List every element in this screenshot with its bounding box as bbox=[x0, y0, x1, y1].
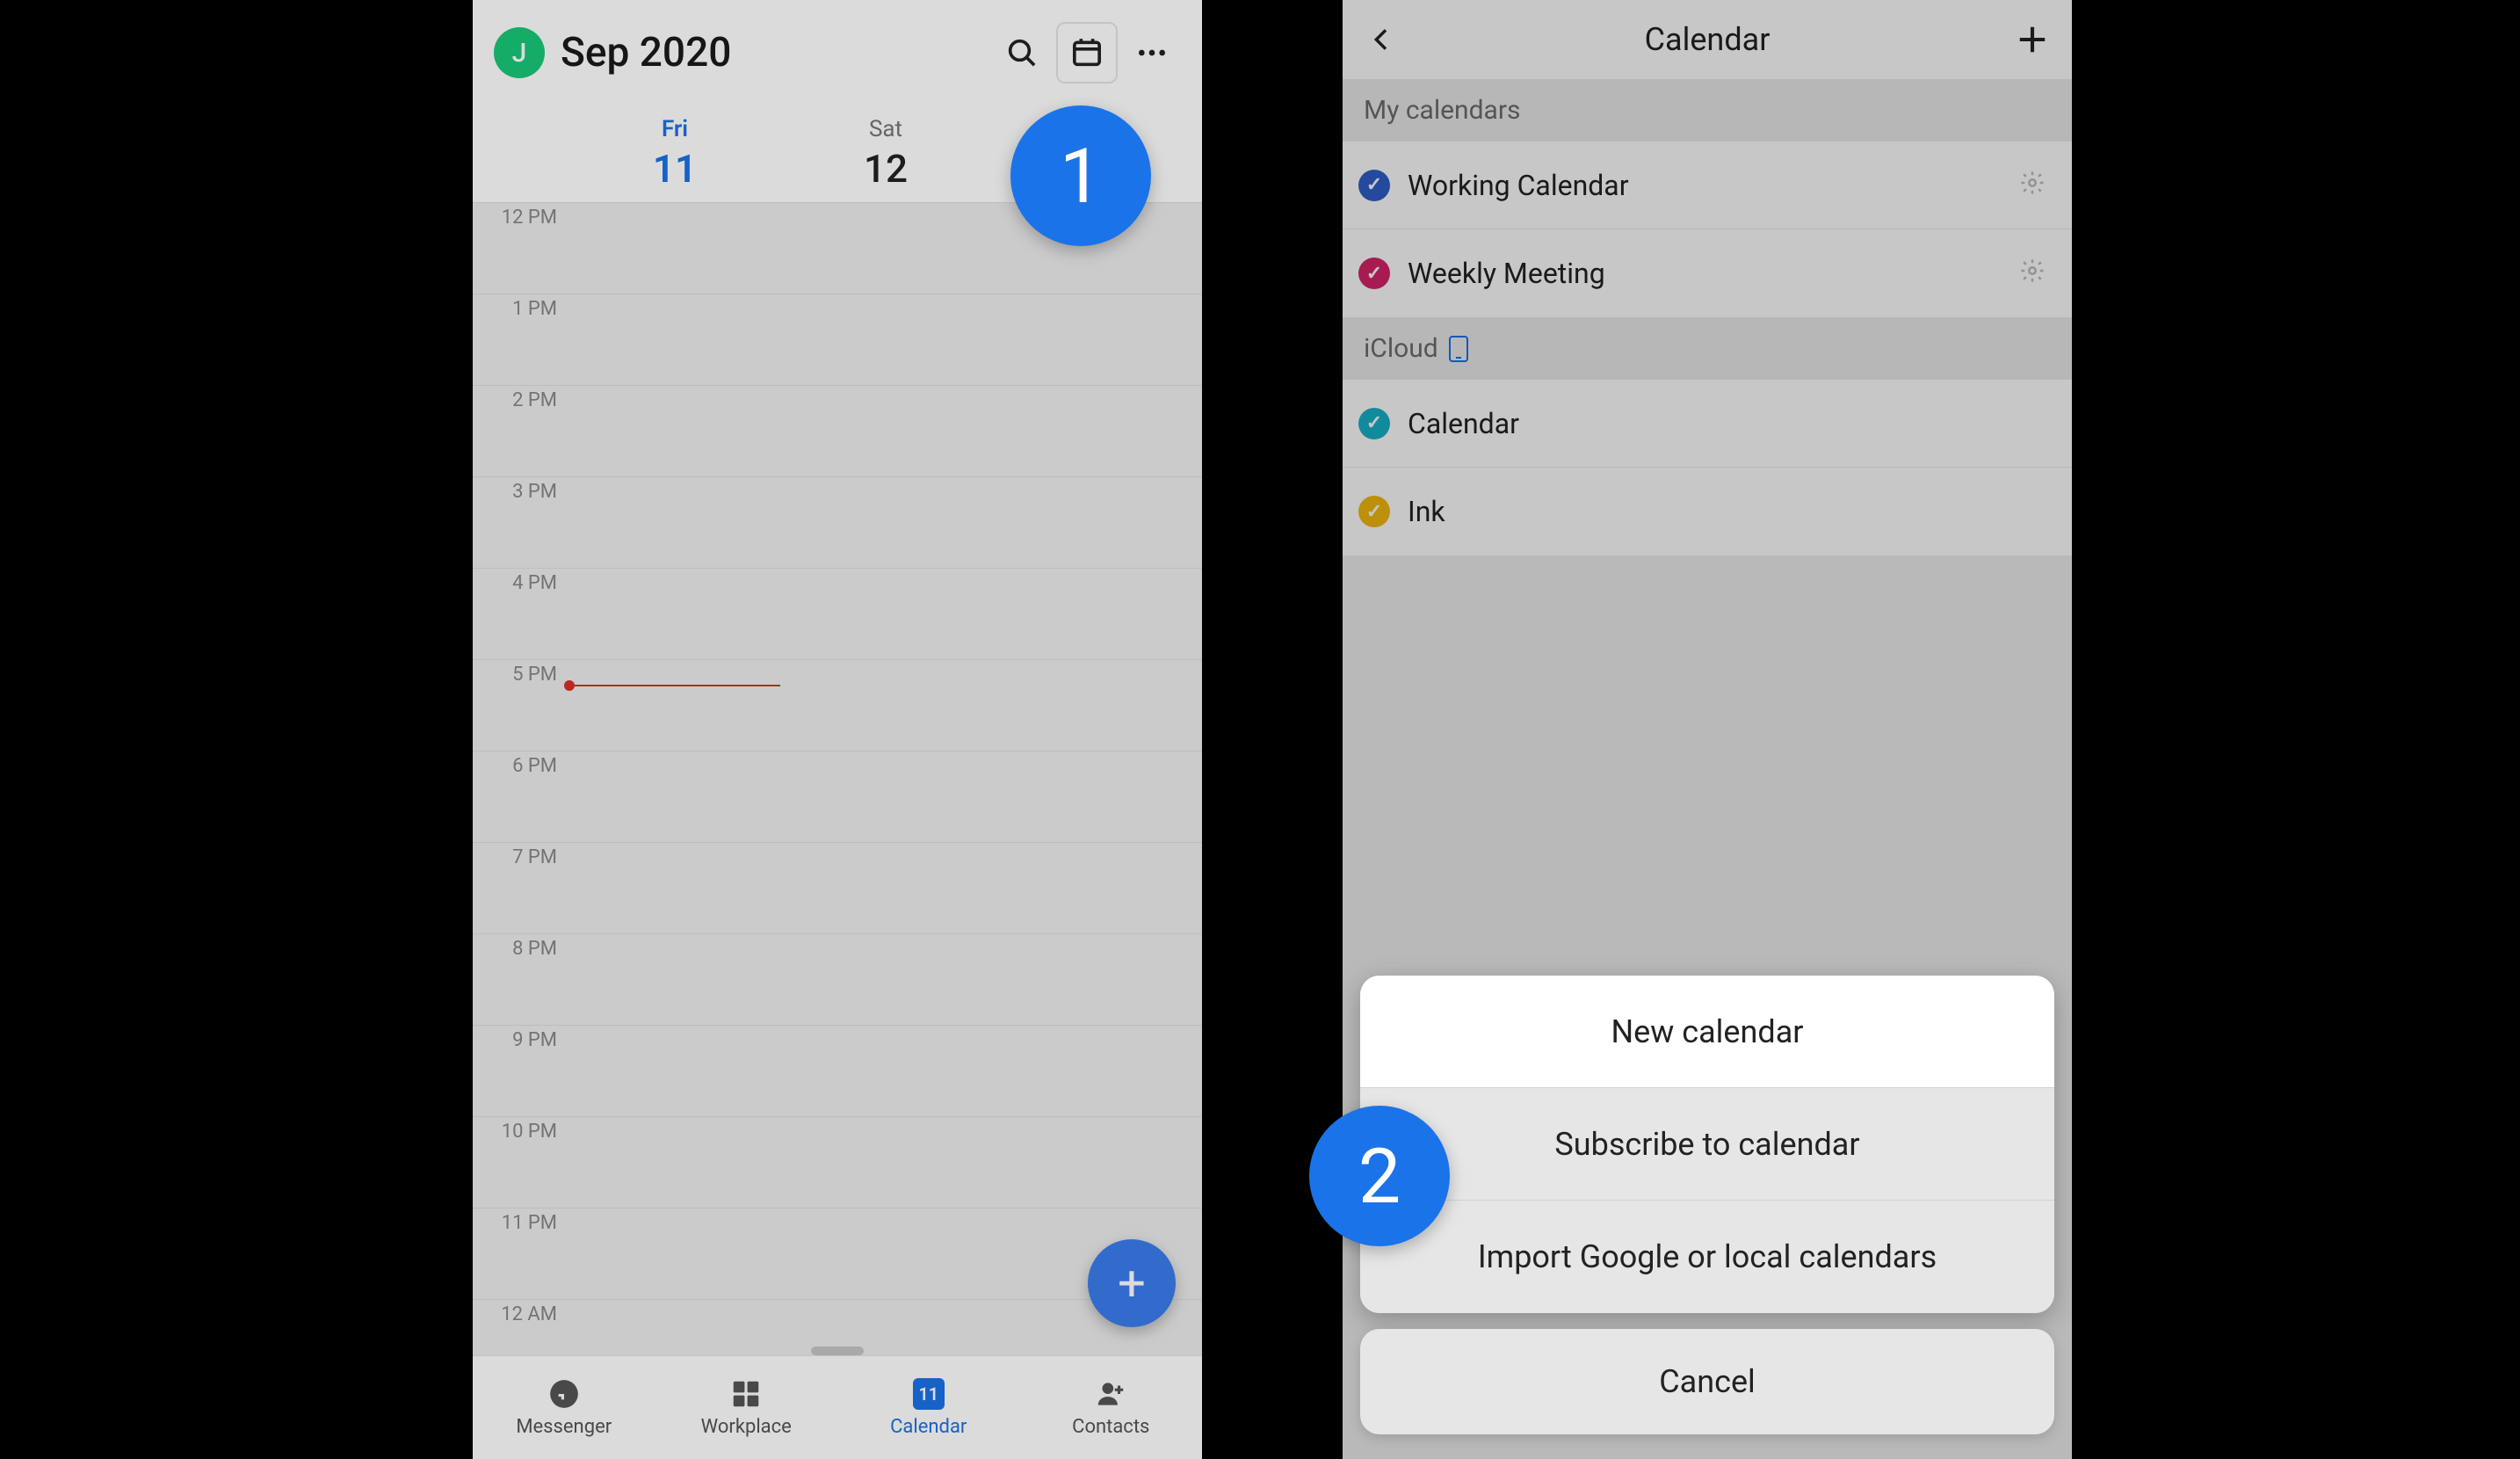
add-event-button[interactable]: + bbox=[1088, 1239, 1176, 1327]
hour-label: 3 PM bbox=[473, 477, 569, 568]
hour-row: 5 PM bbox=[473, 659, 1202, 751]
day-number: 11 bbox=[653, 146, 697, 192]
checkbox-icon[interactable]: ✓ bbox=[1358, 170, 1390, 201]
hour-row: 7 PM bbox=[473, 842, 1202, 933]
gear-icon bbox=[2019, 170, 2046, 196]
calendar-name: Working Calendar bbox=[1408, 169, 2019, 202]
hour-label: 10 PM bbox=[473, 1117, 569, 1208]
hour-row: 3 PM bbox=[473, 476, 1202, 568]
calendar-name: Ink bbox=[1408, 495, 2051, 528]
hour-label: 11 PM bbox=[473, 1209, 569, 1299]
action-sheet: New calendarSubscribe to calendarImport … bbox=[1343, 976, 2072, 1459]
settings-button[interactable] bbox=[2019, 258, 2051, 289]
calendar-list-item[interactable]: ✓ Calendar bbox=[1343, 380, 2072, 468]
timeline[interactable]: 12 PM1 PM2 PM3 PM4 PM5 PM6 PM7 PM8 PM9 P… bbox=[473, 202, 1202, 1390]
day-column[interactable]: Fri 11 bbox=[569, 105, 780, 202]
hour-row: 2 PM bbox=[473, 385, 1202, 476]
hour-label: 1 PM bbox=[473, 294, 569, 385]
callout-badge-2: 2 bbox=[1309, 1106, 1450, 1246]
settings-button[interactable] bbox=[2019, 170, 2051, 201]
workplace-icon bbox=[729, 1377, 763, 1411]
hour-label: 7 PM bbox=[473, 843, 569, 933]
search-icon bbox=[1004, 35, 1039, 70]
day-number: 12 bbox=[864, 146, 908, 192]
hour-label: 12 PM bbox=[473, 203, 569, 294]
hour-label: 8 PM bbox=[473, 934, 569, 1025]
phone-icon bbox=[1449, 336, 1468, 362]
add-calendar-button[interactable] bbox=[2010, 23, 2054, 56]
messenger-icon bbox=[547, 1377, 581, 1411]
hour-row: 9 PM bbox=[473, 1025, 1202, 1116]
day-name: Fri bbox=[662, 116, 688, 142]
calendar-list-item[interactable]: ✓ Weekly Meeting bbox=[1343, 229, 2072, 317]
calendar-header: J Sep 2020 bbox=[473, 0, 1202, 105]
calendar-icon: 11 bbox=[913, 1377, 945, 1411]
hour-row: 6 PM bbox=[473, 751, 1202, 842]
hour-label: 9 PM bbox=[473, 1026, 569, 1116]
more-horizontal-icon bbox=[1134, 35, 1169, 70]
sheet-option[interactable]: New calendar bbox=[1360, 976, 2054, 1088]
hour-row: 10 PM bbox=[473, 1116, 1202, 1208]
more-button[interactable] bbox=[1123, 24, 1181, 82]
checkbox-icon[interactable]: ✓ bbox=[1358, 496, 1390, 527]
plus-icon bbox=[2016, 23, 2049, 56]
tab-workplace[interactable]: Workplace bbox=[655, 1356, 838, 1459]
month-title[interactable]: Sep 2020 bbox=[561, 29, 993, 76]
day-column[interactable]: Sat 12 bbox=[780, 105, 991, 202]
day-name: Sat bbox=[869, 116, 902, 142]
avatar[interactable]: J bbox=[494, 27, 545, 78]
hour-label: 6 PM bbox=[473, 751, 569, 842]
calendar-list-item[interactable]: ✓ Working Calendar bbox=[1343, 142, 2072, 229]
calendar-list-item[interactable]: ✓ Ink bbox=[1343, 468, 2072, 555]
section-title: My calendars bbox=[1364, 95, 1521, 126]
page-title: Calendar bbox=[1404, 21, 2010, 58]
drag-handle[interactable] bbox=[811, 1346, 864, 1355]
back-button[interactable] bbox=[1360, 25, 1404, 54]
calendar-date-badge: 11 bbox=[913, 1378, 945, 1410]
hour-label: 5 PM bbox=[473, 660, 569, 751]
current-time-dot bbox=[564, 680, 575, 691]
tab-label: Contacts bbox=[1072, 1416, 1149, 1438]
checkbox-icon[interactable]: ✓ bbox=[1358, 408, 1390, 439]
cancel-button[interactable]: Cancel bbox=[1360, 1329, 2054, 1434]
tab-label: Calendar bbox=[890, 1416, 967, 1438]
current-time-indicator bbox=[569, 685, 780, 686]
hour-row: 1 PM bbox=[473, 294, 1202, 385]
calendar-icon bbox=[1069, 35, 1104, 70]
sheet-option[interactable]: Import Google or local calendars bbox=[1360, 1201, 2054, 1313]
callout-badge-1: 1 bbox=[1010, 105, 1151, 246]
tab-messenger[interactable]: Messenger bbox=[473, 1356, 655, 1459]
tab-calendar[interactable]: 11 Calendar bbox=[837, 1356, 1020, 1459]
chevron-left-icon bbox=[1368, 25, 1396, 54]
section-title: iCloud bbox=[1364, 333, 1438, 364]
hour-row: 8 PM bbox=[473, 933, 1202, 1025]
search-button[interactable] bbox=[993, 24, 1051, 82]
tab-label: Messenger bbox=[516, 1416, 612, 1438]
tab-label: Workplace bbox=[701, 1416, 792, 1438]
hour-label: 2 PM bbox=[473, 386, 569, 476]
calendar-view-button[interactable] bbox=[1058, 24, 1116, 82]
calendar-name: Weekly Meeting bbox=[1408, 257, 2019, 290]
hour-label: 4 PM bbox=[473, 569, 569, 659]
tab-contacts[interactable]: Contacts bbox=[1020, 1356, 1203, 1459]
nav-header: Calendar bbox=[1343, 0, 2072, 79]
gear-icon bbox=[2019, 258, 2046, 284]
section-header: iCloud bbox=[1343, 317, 2072, 380]
hour-row: 4 PM bbox=[473, 568, 1202, 659]
contacts-icon bbox=[1094, 1377, 1127, 1411]
checkbox-icon[interactable]: ✓ bbox=[1358, 258, 1390, 289]
tab-bar: Messenger Workplace 11 Calendar Contacts bbox=[473, 1355, 1202, 1459]
calendar-name: Calendar bbox=[1408, 407, 2051, 440]
phone-screen-calendar-list: Calendar My calendars ✓ Working Calendar ✓ W… bbox=[1343, 0, 2072, 1459]
section-header: My calendars bbox=[1343, 79, 2072, 142]
sheet-option[interactable]: Subscribe to calendar bbox=[1360, 1088, 2054, 1201]
